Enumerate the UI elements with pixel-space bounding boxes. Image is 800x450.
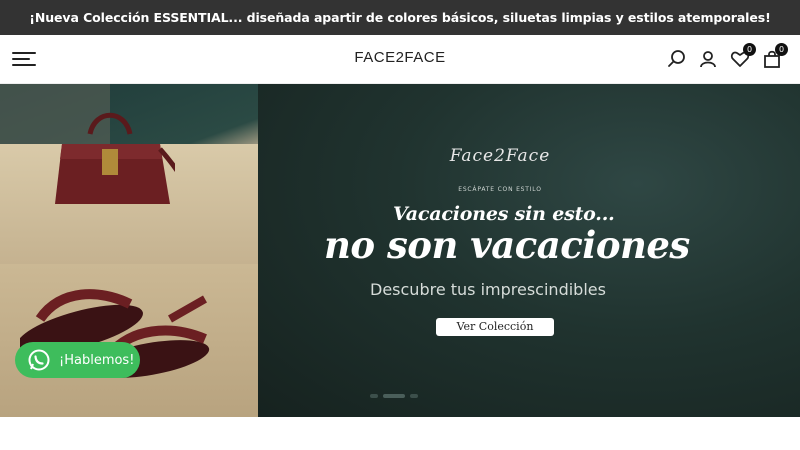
whatsapp-label: ¡Hablemos! [59,352,135,368]
hero-subheadline: Descubre tus imprescindibles [370,280,606,299]
hero-headline-large: no son vacaciones [324,223,690,267]
view-collection-button[interactable]: Ver Colección [436,318,554,336]
user-icon[interactable] [698,49,718,69]
announcement-bar: ¡Nueva Colección ESSENTIAL... diseñada a… [0,0,800,35]
wishlist-count: 0 [743,43,756,56]
slide-dot-active[interactable] [383,394,405,398]
hero-tagline: ESCÁPATE CON ESTILO [458,186,542,193]
whatsapp-icon [27,348,51,372]
bag-icon[interactable]: 0 [762,43,788,69]
sandals-image [20,289,210,378]
cart-count: 0 [775,43,788,56]
announcement-text: ¡Nueva Colección ESSENTIAL... diseñada a… [29,10,771,25]
handbag-image [55,112,175,204]
slide-dots[interactable] [370,394,418,398]
hero-brand-script: Face2Face [449,146,551,166]
search-icon[interactable] [667,49,687,69]
heart-icon[interactable]: 0 [730,43,756,69]
slide-dot[interactable] [410,394,418,398]
slide-dot[interactable] [370,394,378,398]
whatsapp-chat-button[interactable]: ¡Hablemos! [15,342,140,378]
site-header: FACE2FACE 0 0 [0,35,800,84]
